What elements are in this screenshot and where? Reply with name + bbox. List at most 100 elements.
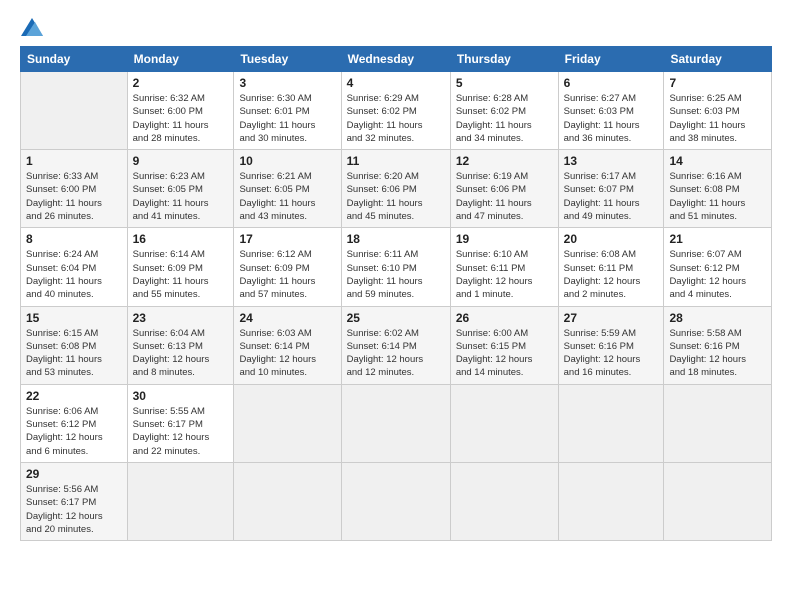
calendar-cell [558,384,664,462]
calendar-cell: 15 Sunrise: 6:15 AM Sunset: 6:08 PM Dayli… [21,306,128,384]
day-info: Sunrise: 6:06 AM Sunset: 6:12 PM Dayligh… [26,405,122,458]
day-info: Sunrise: 5:55 AM Sunset: 6:17 PM Dayligh… [133,405,229,458]
calendar-cell: 14Sunrise: 6:16 AM Sunset: 6:08 PM Dayli… [664,150,772,228]
day-info: Sunrise: 6:24 AM Sunset: 6:04 PM Dayligh… [26,248,122,301]
calendar-cell: 30 Sunrise: 5:55 AM Sunset: 6:17 PM Dayli… [127,384,234,462]
calendar-cell: 23 Sunrise: 6:04 AM Sunset: 6:13 PM Dayli… [127,306,234,384]
day-info: Sunrise: 5:58 AM Sunset: 6:16 PM Dayligh… [669,327,766,380]
calendar-cell: 9 Sunrise: 6:23 AM Sunset: 6:05 PM Daylig… [127,150,234,228]
day-info: Sunrise: 6:15 AM Sunset: 6:08 PM Dayligh… [26,327,122,380]
calendar-cell: 21 Sunrise: 6:07 AM Sunset: 6:12 PM Dayli… [664,228,772,306]
day-number: 22 [26,389,122,403]
calendar-header-wednesday: Wednesday [341,47,450,72]
day-number: 6 [564,76,659,90]
calendar-cell: 12Sunrise: 6:19 AM Sunset: 6:06 PM Dayli… [450,150,558,228]
day-info: Sunrise: 5:56 AM Sunset: 6:17 PM Dayligh… [26,483,122,536]
day-number: 4 [347,76,445,90]
day-info: Sunrise: 6:17 AM Sunset: 6:07 PM Dayligh… [564,170,659,223]
day-number: 20 [564,232,659,246]
day-number: 1 [26,154,122,168]
calendar-cell: 27 Sunrise: 5:59 AM Sunset: 6:16 PM Dayli… [558,306,664,384]
calendar-cell: 11Sunrise: 6:20 AM Sunset: 6:06 PM Dayli… [341,150,450,228]
calendar-cell: 1 Sunrise: 6:33 AM Sunset: 6:00 PM Daylig… [21,150,128,228]
day-number: 28 [669,311,766,325]
calendar-cell: 10Sunrise: 6:21 AM Sunset: 6:05 PM Dayli… [234,150,341,228]
calendar-cell: 26Sunrise: 6:00 AM Sunset: 6:15 PM Dayli… [450,306,558,384]
calendar-cell [664,384,772,462]
calendar-week-6: 29 Sunrise: 5:56 AM Sunset: 6:17 PM Dayli… [21,462,772,540]
day-info: Sunrise: 6:04 AM Sunset: 6:13 PM Dayligh… [133,327,229,380]
calendar-cell: 29 Sunrise: 5:56 AM Sunset: 6:17 PM Dayli… [21,462,128,540]
day-info: Sunrise: 6:25 AM Sunset: 6:03 PM Dayligh… [669,92,766,145]
day-info: Sunrise: 6:08 AM Sunset: 6:11 PM Dayligh… [564,248,659,301]
day-number: 29 [26,467,122,481]
calendar-week-4: 15 Sunrise: 6:15 AM Sunset: 6:08 PM Dayli… [21,306,772,384]
calendar-cell: 4 Sunrise: 6:29 AM Sunset: 6:02 PM Daylig… [341,72,450,150]
calendar-cell [234,462,341,540]
day-info: Sunrise: 6:32 AM Sunset: 6:00 PM Dayligh… [133,92,229,145]
calendar-cell [341,384,450,462]
calendar-header-row: SundayMondayTuesdayWednesdayThursdayFrid… [21,47,772,72]
day-info: Sunrise: 6:28 AM Sunset: 6:02 PM Dayligh… [456,92,553,145]
calendar-cell: 17Sunrise: 6:12 AM Sunset: 6:09 PM Dayli… [234,228,341,306]
calendar-cell [664,462,772,540]
day-number: 5 [456,76,553,90]
day-number: 3 [239,76,335,90]
calendar-cell: 16 Sunrise: 6:14 AM Sunset: 6:09 PM Dayli… [127,228,234,306]
calendar-cell: 13 Sunrise: 6:17 AM Sunset: 6:07 PM Dayli… [558,150,664,228]
day-number: 10 [239,154,335,168]
day-number: 15 [26,311,122,325]
day-number: 24 [239,311,335,325]
day-number: 18 [347,232,445,246]
calendar-cell [558,462,664,540]
day-info: Sunrise: 6:02 AM Sunset: 6:14 PM Dayligh… [347,327,445,380]
calendar-cell: 25 Sunrise: 6:02 AM Sunset: 6:14 PM Dayli… [341,306,450,384]
day-number: 21 [669,232,766,246]
day-number: 19 [456,232,553,246]
day-number: 9 [133,154,229,168]
day-info: Sunrise: 6:03 AM Sunset: 6:14 PM Dayligh… [239,327,335,380]
day-number: 30 [133,389,229,403]
day-number: 27 [564,311,659,325]
day-info: Sunrise: 6:11 AM Sunset: 6:10 PM Dayligh… [347,248,445,301]
calendar-table: SundayMondayTuesdayWednesdayThursdayFrid… [20,46,772,541]
calendar-cell: 24 Sunrise: 6:03 AM Sunset: 6:14 PM Dayli… [234,306,341,384]
calendar-cell: 20 Sunrise: 6:08 AM Sunset: 6:11 PM Dayli… [558,228,664,306]
calendar-cell [234,384,341,462]
calendar-week-1: 2 Sunrise: 6:32 AM Sunset: 6:00 PM Daylig… [21,72,772,150]
day-info: Sunrise: 6:16 AM Sunset: 6:08 PM Dayligh… [669,170,766,223]
day-info: Sunrise: 6:20 AM Sunset: 6:06 PM Dayligh… [347,170,445,223]
calendar-header-thursday: Thursday [450,47,558,72]
calendar-cell [450,384,558,462]
header [20,18,772,36]
logo-icon [21,18,43,36]
calendar-header-tuesday: Tuesday [234,47,341,72]
day-info: Sunrise: 6:33 AM Sunset: 6:00 PM Dayligh… [26,170,122,223]
day-info: Sunrise: 6:23 AM Sunset: 6:05 PM Dayligh… [133,170,229,223]
day-info: Sunrise: 6:19 AM Sunset: 6:06 PM Dayligh… [456,170,553,223]
calendar-week-5: 22 Sunrise: 6:06 AM Sunset: 6:12 PM Dayli… [21,384,772,462]
calendar-cell [450,462,558,540]
logo [20,18,44,36]
day-number: 2 [133,76,229,90]
calendar-cell: 19Sunrise: 6:10 AM Sunset: 6:11 PM Dayli… [450,228,558,306]
day-number: 13 [564,154,659,168]
day-number: 23 [133,311,229,325]
day-number: 8 [26,232,122,246]
day-info: Sunrise: 5:59 AM Sunset: 6:16 PM Dayligh… [564,327,659,380]
day-number: 16 [133,232,229,246]
calendar-cell: 6Sunrise: 6:27 AM Sunset: 6:03 PM Daylig… [558,72,664,150]
calendar-cell: 5 Sunrise: 6:28 AM Sunset: 6:02 PM Daylig… [450,72,558,150]
day-info: Sunrise: 6:07 AM Sunset: 6:12 PM Dayligh… [669,248,766,301]
calendar-header-friday: Friday [558,47,664,72]
day-info: Sunrise: 6:29 AM Sunset: 6:02 PM Dayligh… [347,92,445,145]
day-info: Sunrise: 6:14 AM Sunset: 6:09 PM Dayligh… [133,248,229,301]
calendar-header-sunday: Sunday [21,47,128,72]
day-info: Sunrise: 6:12 AM Sunset: 6:09 PM Dayligh… [239,248,335,301]
day-number: 7 [669,76,766,90]
calendar-cell: 18 Sunrise: 6:11 AM Sunset: 6:10 PM Dayli… [341,228,450,306]
calendar-week-2: 1 Sunrise: 6:33 AM Sunset: 6:00 PM Daylig… [21,150,772,228]
day-number: 25 [347,311,445,325]
calendar-header-monday: Monday [127,47,234,72]
calendar-cell: 22 Sunrise: 6:06 AM Sunset: 6:12 PM Dayli… [21,384,128,462]
